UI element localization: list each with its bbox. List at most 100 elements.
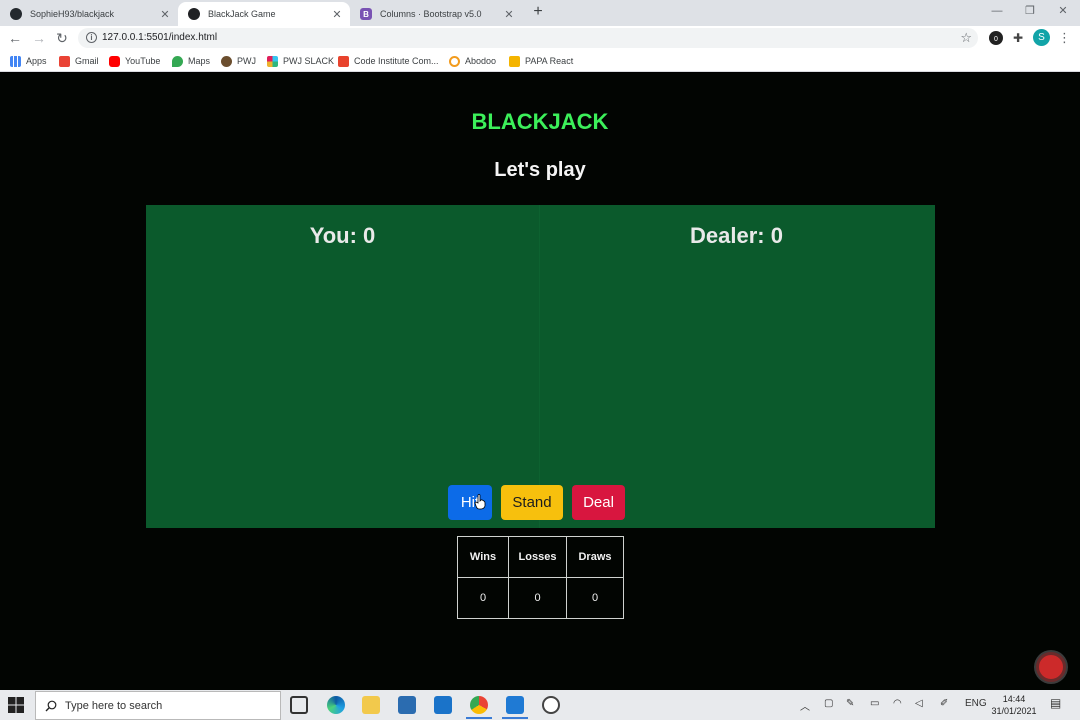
slack-icon (267, 55, 278, 67)
deal-button[interactable]: Deal (572, 485, 625, 520)
bookmark-gmail[interactable]: Gmail (59, 53, 99, 69)
forward-icon[interactable]: → (30, 29, 48, 47)
record-button[interactable] (1036, 652, 1066, 682)
language-indicator[interactable]: ENG (965, 698, 987, 709)
star-icon[interactable]: ☆ (960, 30, 972, 46)
bookmark-label: Code Institute Com... (354, 56, 439, 66)
blackjack-page: BLACKJACK Let's play You: 0 Dealer: 0 Hi… (0, 73, 1080, 690)
mail-icon[interactable] (434, 696, 452, 714)
browser-toolbar: ← → ↻ i 127.0.0.1:5501/index.html ☆ 0 ✚ … (0, 26, 1080, 50)
bookmark-label: Abodoo (465, 56, 497, 66)
file-explorer-icon[interactable] (362, 696, 380, 714)
clock-time: 14:44 (1002, 694, 1026, 704)
wins-header: Wins (457, 536, 509, 578)
apps-grid-icon (10, 55, 21, 67)
tab-title: SophieH93/blackjack (30, 9, 115, 19)
new-tab-button[interactable]: + (529, 3, 547, 21)
windows-taskbar: Type here to search ︿ ▢ ✎ ▭ ◠ ◁ ✐ ENG 14… (0, 690, 1080, 720)
maps-icon (172, 55, 183, 67)
puzzle-icon[interactable]: ✚ (1011, 31, 1025, 45)
papa-react-icon (509, 55, 520, 67)
bookmark-pwj-slack[interactable]: PWJ SLACK (267, 53, 334, 69)
bootstrap-icon: B (360, 8, 372, 20)
active-app-indicator (502, 717, 528, 719)
page-title: BLACKJACK (471, 109, 609, 134)
player-score: You: 0 (309, 223, 376, 248)
reload-icon[interactable]: ↻ (53, 29, 71, 47)
edge-icon[interactable] (327, 696, 345, 714)
losses-header: Losses (508, 536, 567, 578)
tab-title: BlackJack Game (208, 9, 276, 19)
page-subtitle: Let's play (494, 159, 586, 181)
profile-avatar[interactable]: S (1033, 29, 1050, 46)
stand-button[interactable]: Stand (501, 485, 563, 520)
table-header-row: Wins Losses Draws (457, 536, 624, 578)
address-bar[interactable]: i 127.0.0.1:5501/index.html ☆ (78, 28, 978, 48)
tray-app-icon[interactable]: ▢ (824, 698, 833, 709)
menu-icon[interactable]: ⋮ (1058, 29, 1071, 47)
notification-icon[interactable]: ▤ (1050, 696, 1061, 710)
bookmark-maps[interactable]: Maps (172, 53, 210, 69)
close-icon[interactable]: ✕ (502, 8, 516, 21)
game-table: You: 0 Dealer: 0 Hit Stand Deal (146, 205, 935, 528)
bookmarks-bar: Apps Gmail YouTube Maps PWJ PWJ SLACK Co… (0, 50, 1080, 72)
vscode-icon[interactable] (506, 696, 524, 714)
bookmark-label: PAPA React (525, 56, 574, 66)
browser-tab-bar: SophieH93/blackjack ✕ BlackJack Game ✕ B… (0, 0, 1080, 26)
bookmark-label: Maps (188, 56, 211, 66)
close-icon[interactable]: ✕ (330, 8, 344, 21)
url-text: 127.0.0.1:5501/index.html (102, 32, 218, 43)
tab-blackjack-game[interactable]: BlackJack Game ✕ (178, 2, 350, 26)
extension-icon[interactable]: 0 (989, 31, 1003, 45)
battery-icon[interactable]: ▭ (870, 698, 879, 709)
bookmark-youtube[interactable]: YouTube (109, 53, 160, 69)
back-icon[interactable]: ← (6, 29, 24, 47)
table-row: 0 0 0 (457, 577, 624, 619)
pen-icon[interactable]: ✎ (846, 698, 854, 709)
github-icon (10, 8, 22, 20)
volume-icon[interactable]: ◁ (915, 698, 923, 709)
search-placeholder: Type here to search (65, 699, 163, 712)
pwj-icon (221, 55, 232, 67)
close-window-icon[interactable]: ✕ (1046, 0, 1080, 26)
gmail-icon (59, 55, 70, 67)
tab-bootstrap[interactable]: B Columns · Bootstrap v5.0 ✕ (350, 2, 522, 26)
bookmark-papa-react[interactable]: PAPA React (509, 53, 573, 69)
extension-badge: 0 (994, 36, 998, 43)
wifi-icon[interactable]: ◠ (893, 698, 902, 709)
wins-value: 0 (457, 577, 509, 619)
task-view-icon[interactable] (290, 696, 308, 714)
bookmark-label: Gmail (75, 56, 99, 66)
losses-value: 0 (508, 577, 567, 619)
youtube-icon (109, 55, 120, 67)
taskbar-search-input[interactable]: Type here to search (35, 691, 281, 720)
windows-start-icon[interactable] (8, 697, 24, 713)
chrome-icon[interactable] (470, 696, 488, 714)
tab-github[interactable]: SophieH93/blackjack ✕ (0, 2, 178, 26)
hand-cursor-icon (474, 494, 486, 510)
minimize-icon[interactable]: — (980, 0, 1014, 26)
bookmark-abodoo[interactable]: Abodoo (449, 53, 496, 69)
taskbar-clock[interactable]: 14:44 31/01/2021 (985, 693, 1043, 717)
bookmark-apps[interactable]: Apps (10, 53, 47, 69)
tab-title: Columns · Bootstrap v5.0 (380, 9, 482, 19)
restore-icon[interactable]: ❐ (1013, 0, 1047, 26)
draws-value: 0 (566, 577, 624, 619)
bookmark-code-institute[interactable]: Code Institute Com... (338, 53, 439, 69)
globe-icon (188, 8, 200, 20)
cloud-icon[interactable] (542, 696, 560, 714)
draws-header: Draws (566, 536, 624, 578)
close-icon[interactable]: ✕ (158, 8, 172, 21)
store-icon[interactable] (398, 696, 416, 714)
bookmark-pwj[interactable]: PWJ (221, 53, 256, 69)
info-icon[interactable]: i (86, 32, 97, 43)
bookmark-label: PWJ SLACK (283, 56, 335, 66)
pen-workspace-icon[interactable]: ✐ (940, 698, 948, 709)
column-divider (539, 205, 540, 528)
dealer-score: Dealer: 0 (690, 223, 783, 248)
active-app-indicator (466, 717, 492, 719)
abodoo-icon (449, 55, 460, 67)
search-icon (45, 700, 57, 711)
tray-chevron-icon[interactable]: ︿ (800, 698, 810, 713)
bookmark-label: PWJ (237, 56, 256, 66)
